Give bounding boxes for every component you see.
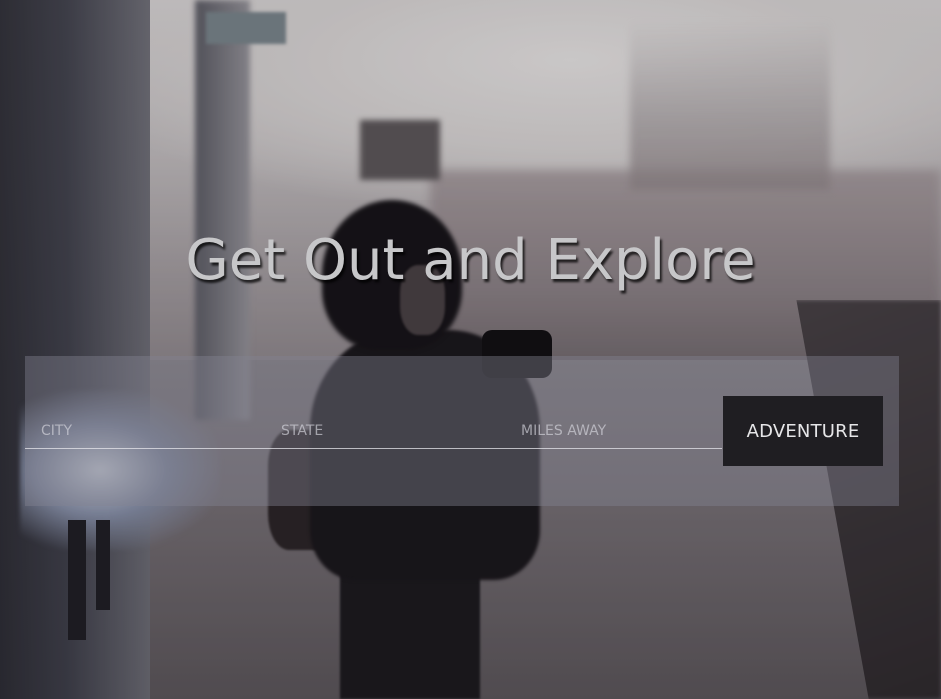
hero-section: Get Out and Explore ADVENTURE bbox=[0, 0, 941, 699]
adventure-button[interactable]: ADVENTURE bbox=[723, 396, 883, 466]
city-field bbox=[25, 414, 265, 449]
search-panel: ADVENTURE bbox=[25, 356, 899, 506]
background-overlay bbox=[0, 0, 941, 699]
hero-headline: Get Out and Explore bbox=[185, 228, 756, 293]
state-field bbox=[265, 414, 505, 449]
miles-away-input[interactable] bbox=[505, 414, 722, 448]
miles-field bbox=[505, 414, 722, 449]
state-input[interactable] bbox=[265, 414, 505, 448]
city-input[interactable] bbox=[25, 414, 265, 448]
